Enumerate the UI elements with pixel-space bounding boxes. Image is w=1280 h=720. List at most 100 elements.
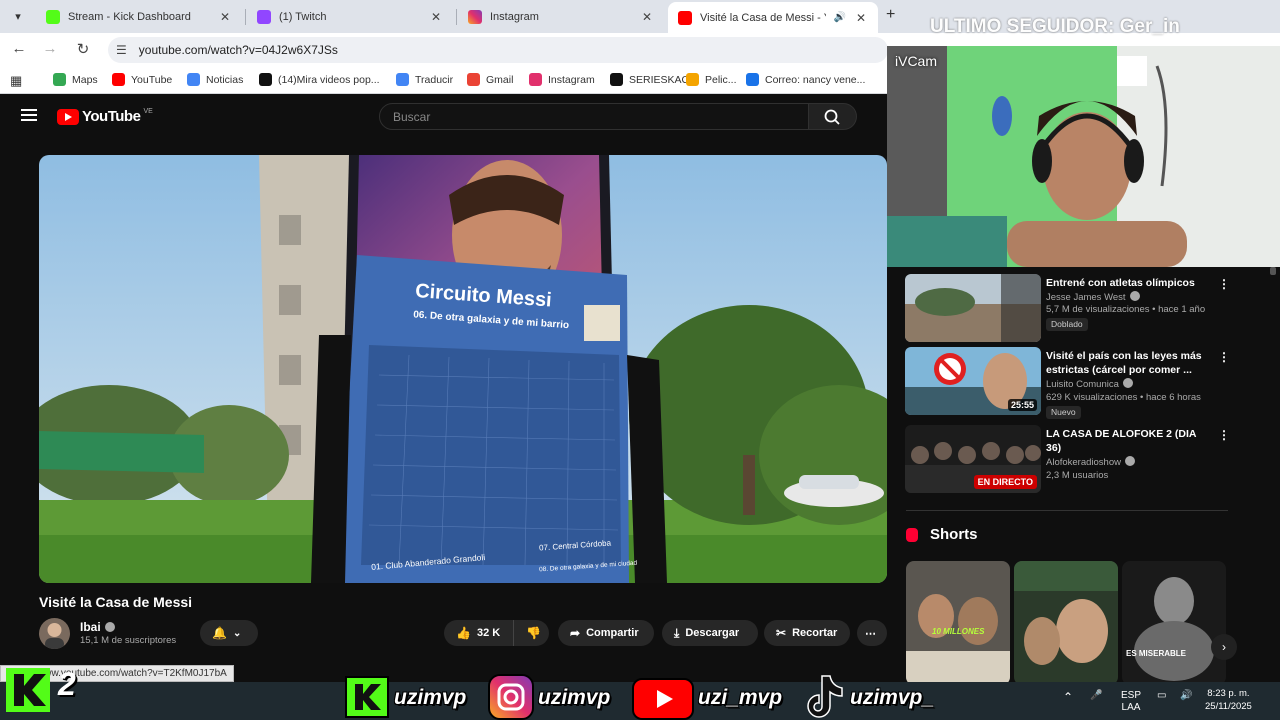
more-options-icon[interactable]: ⋮ — [1218, 277, 1230, 291]
tab-search-icon[interactable]: ▾ — [8, 6, 28, 26]
search-box — [379, 103, 809, 130]
tiktok-icon — [804, 672, 844, 718]
reload-button[interactable]: ↻ — [72, 40, 94, 60]
volume-icon[interactable]: 🔊 — [1180, 690, 1192, 701]
dubbed-badge: Doblado — [1046, 318, 1088, 331]
list-item[interactable]: EN DIRECTO LA CASA DE ALOFOKE 2 (DIA 36)… — [905, 425, 1235, 493]
tab-twitch[interactable]: (1) Twitch ✕ — [247, 3, 453, 31]
dislike-button[interactable]: 👎 — [513, 620, 549, 646]
clip-button[interactable]: ✂ Recortar — [764, 620, 850, 646]
more-options-icon[interactable]: ⋮ — [1218, 350, 1230, 364]
instagram-icon — [529, 73, 542, 86]
mic-icon[interactable]: 🎤 — [1090, 690, 1102, 701]
more-options-icon[interactable]: ⋮ — [1218, 428, 1230, 442]
search-button[interactable] — [809, 103, 857, 130]
youtube-icon — [678, 10, 692, 25]
channel-avatar[interactable] — [39, 618, 70, 649]
maps-icon — [53, 73, 66, 86]
tab-youtube-active[interactable]: Visité la Casa de Messi - Yo 🔊 ✕ — [668, 2, 878, 33]
list-item[interactable]: Entrené con atletas olímpicos Jesse Jame… — [905, 274, 1235, 342]
bookmark-instagram[interactable]: Instagram — [529, 73, 595, 86]
bookmark-gmail[interactable]: Gmail — [467, 73, 513, 86]
channel-subscribers: 15,1 M de suscriptores — [80, 635, 177, 646]
tab-kick[interactable]: Stream - Kick Dashboard ✕ — [36, 3, 242, 31]
close-icon[interactable]: ✕ — [218, 10, 232, 24]
verified-icon — [104, 622, 115, 632]
rec-channel: Jesse James West — [1046, 291, 1140, 303]
cam-label: iVCam — [895, 53, 938, 69]
clock[interactable]: 8:23 p. m. 25/11/2025 — [1205, 687, 1252, 713]
verified-icon — [1122, 378, 1133, 388]
bookmark-maps[interactable]: Maps — [53, 73, 98, 86]
more-icon: ⋯ — [865, 627, 876, 640]
kick-2-overlay: 2 — [4, 664, 89, 716]
translate-icon — [396, 73, 409, 86]
social-handle: uzimvp — [394, 686, 467, 709]
site-settings-icon[interactable]: ☰ — [116, 43, 127, 57]
bookmark-tiktok[interactable]: (14)Mira videos pop... — [259, 73, 380, 86]
bookmark-correo[interactable]: Correo: nancy vene... — [746, 73, 865, 86]
download-button[interactable]: ⤓ Descargar — [662, 620, 758, 646]
bookmark-traducir[interactable]: Traducir — [396, 73, 453, 86]
bookmark-peliculas[interactable]: Pelic... — [686, 73, 737, 86]
bookmark-noticias[interactable]: Noticias — [187, 73, 243, 86]
video-thumbnail[interactable]: 25:55 — [905, 347, 1041, 415]
close-icon[interactable]: ✕ — [429, 10, 443, 24]
rec-channel: Luisito Comunica — [1046, 378, 1133, 390]
forward-button[interactable]: → — [39, 40, 61, 60]
video-title: Visité la Casa de Messi — [39, 594, 193, 610]
chevron-right-icon: › — [1222, 640, 1226, 654]
divider — [906, 510, 1228, 511]
back-button[interactable]: ← — [8, 40, 30, 60]
youtube-play-icon — [57, 108, 79, 125]
apps-grid-icon[interactable]: ▦ — [10, 73, 22, 89]
tiktok-icon — [259, 73, 272, 86]
scrollbar[interactable] — [1270, 267, 1276, 275]
kick-icon — [345, 676, 389, 718]
instagram-icon — [488, 674, 534, 720]
close-icon[interactable]: ✕ — [854, 11, 868, 25]
close-icon[interactable]: ✕ — [640, 10, 654, 24]
tray-chevron-icon[interactable]: ⌃ — [1063, 690, 1073, 704]
new-badge: Nuevo — [1046, 406, 1081, 419]
speaker-icon[interactable]: 🔊 — [834, 12, 846, 23]
short-item[interactable]: 10 MILLONES — [906, 561, 1010, 685]
video-thumbnail[interactable] — [905, 274, 1041, 342]
bookmark-youtube[interactable]: YouTube — [112, 73, 172, 86]
share-button[interactable]: ➦ Compartir — [558, 620, 654, 646]
subscription-bell-button[interactable]: 🔔 ⌄ — [200, 620, 258, 646]
last-follower-banner: ULTIMO SEGUIDOR: Ger_in — [930, 16, 1180, 37]
bookmark-serieskao[interactable]: SERIESKAO — [610, 73, 690, 86]
short-item[interactable]: ES MISERABLE — [1122, 561, 1226, 685]
youtube-logo[interactable]: YouTube VE — [57, 108, 153, 125]
kick-icon — [46, 10, 60, 24]
video-thumbnail[interactable]: EN DIRECTO — [905, 425, 1041, 493]
search-input[interactable] — [393, 104, 808, 129]
news-icon — [187, 73, 200, 86]
language-indicator[interactable]: ESP LAA — [1121, 690, 1141, 714]
network-icon[interactable]: ▭ — [1157, 690, 1166, 701]
short-item[interactable] — [1014, 561, 1118, 685]
address-bar[interactable]: ☰ youtube.com/watch?v=04J2w6X7JSs — [108, 37, 888, 63]
social-handle: uzimvp_ — [850, 686, 935, 709]
video-player[interactable]: Circuito Messi 06. De otra galaxia y de … — [39, 155, 887, 583]
more-actions-button[interactable]: ⋯ — [857, 620, 887, 646]
list-item[interactable]: 25:55 Visité el país con las leyes más e… — [905, 347, 1235, 419]
shorts-icon — [906, 527, 918, 542]
search-icon — [824, 109, 840, 125]
twitch-icon — [257, 10, 271, 24]
shorts-header: Shorts — [906, 526, 978, 543]
scissors-icon: ✂ — [776, 626, 787, 640]
like-button[interactable]: 👍 32 K — [444, 620, 513, 646]
gmail-icon — [467, 73, 480, 86]
live-badge: EN DIRECTO — [973, 475, 1037, 489]
share-icon: ➦ — [570, 626, 581, 640]
tab-instagram[interactable]: Instagram ✕ — [458, 3, 664, 31]
shorts-next-button[interactable]: › — [1211, 634, 1237, 660]
download-icon: ⤓ — [674, 625, 680, 640]
channel-name[interactable]: Ibai — [80, 620, 115, 634]
new-tab-button[interactable]: + — [886, 6, 895, 24]
bell-icon: 🔔 — [212, 626, 227, 640]
menu-icon[interactable] — [21, 109, 37, 121]
thumbs-down-icon: 👎 — [526, 626, 541, 640]
